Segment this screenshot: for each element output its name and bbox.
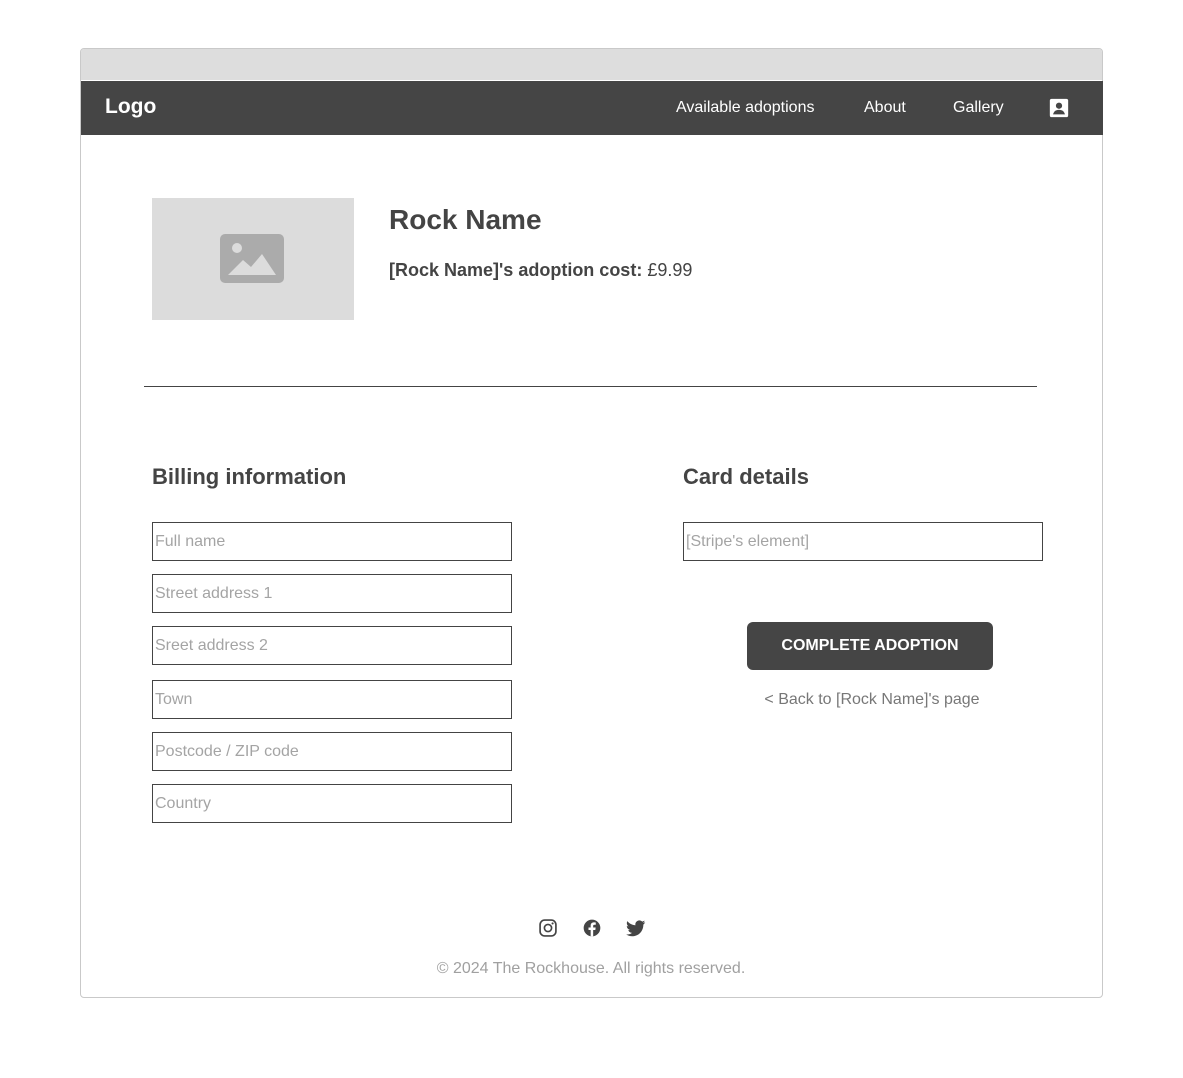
card-element-input[interactable]	[683, 522, 1043, 561]
town-input[interactable]	[152, 680, 512, 719]
section-divider	[144, 386, 1037, 387]
nav-link-about[interactable]: About	[864, 99, 906, 117]
billing-section-title: Billing information	[152, 464, 347, 489]
card-section-title: Card details	[683, 464, 809, 489]
nav-link-available-adoptions[interactable]: Available adoptions	[676, 99, 814, 117]
postcode-input[interactable]	[152, 732, 512, 771]
complete-adoption-button[interactable]: COMPLETE ADOPTION	[747, 622, 993, 670]
nav-link-gallery[interactable]: Gallery	[953, 99, 1004, 117]
instagram-icon[interactable]	[538, 918, 558, 938]
full-name-input[interactable]	[152, 522, 512, 561]
rock-name-heading: Rock Name	[389, 204, 542, 235]
street-address-2-input[interactable]	[152, 626, 512, 665]
back-to-rock-link[interactable]: < Back to [Rock Name]'s page	[747, 691, 997, 709]
window-chrome-bar	[81, 49, 1102, 80]
browser-frame: Logo Available adoptions About Gallery R…	[80, 48, 1103, 998]
image-placeholder-icon	[220, 234, 284, 283]
rock-image-placeholder	[152, 198, 354, 320]
adoption-cost: [Rock Name]'s adoption cost: £9.99	[389, 260, 692, 281]
country-input[interactable]	[152, 784, 512, 823]
copyright-text: © 2024 The Rockhouse. All rights reserve…	[436, 960, 746, 977]
facebook-icon[interactable]	[582, 918, 602, 938]
adoption-cost-value: £9.99	[647, 260, 693, 280]
twitter-icon[interactable]	[626, 918, 646, 938]
adoption-cost-label: [Rock Name]'s adoption cost:	[389, 260, 643, 280]
street-address-1-input[interactable]	[152, 574, 512, 613]
account-box-icon[interactable]	[1048, 97, 1070, 119]
logo[interactable]: Logo	[105, 95, 156, 119]
navbar: Logo Available adoptions About Gallery	[81, 81, 1103, 135]
